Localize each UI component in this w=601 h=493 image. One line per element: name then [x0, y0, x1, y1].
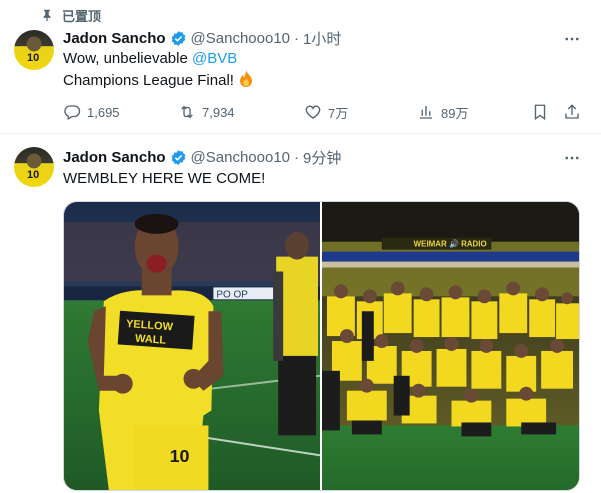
media-photo-team[interactable]: WEIMAR 🔊 RADIO — [322, 202, 579, 490]
media-photo-player[interactable]: PO OP YELLOW WALL 10 — [64, 202, 320, 490]
separator-dot: · — [294, 149, 300, 166]
views-count: 89万 — [441, 105, 469, 121]
verified-badge-icon — [171, 31, 185, 46]
tweet[interactable]: 10 Jadon Sancho @Sanchooo10 · 9分钟 WEMBLE… — [0, 135, 601, 493]
tweet-timestamp[interactable]: 1小时 — [303, 28, 341, 49]
bookmark-button[interactable] — [531, 100, 549, 124]
retweet-button[interactable]: 7,934 — [178, 100, 235, 124]
tweet-media[interactable]: PO OP YELLOW WALL 10 WEIMAR 🔊 RADIO — [63, 201, 580, 491]
pinned-indicator: 已置顶 — [40, 6, 101, 24]
author-name[interactable]: Jadon Sancho — [63, 30, 166, 47]
avatar[interactable]: 10 — [14, 147, 54, 187]
analytics-icon — [420, 106, 432, 119]
verified-badge-icon — [171, 150, 185, 165]
stadium-banner-text: WEIMAR 🔊 RADIO — [414, 239, 487, 249]
tweet-text-line2: Champions League Final! — [63, 72, 239, 89]
mention-link[interactable]: @BVB — [192, 50, 237, 67]
reply-count: 1,695 — [87, 104, 120, 120]
heart-icon — [305, 105, 321, 119]
tweet-timestamp[interactable]: 9分钟 — [303, 147, 341, 168]
separator-dot: · — [294, 30, 300, 47]
like-button[interactable]: 7万 — [304, 100, 348, 124]
avatar-number: 10 — [27, 52, 40, 64]
tweet-text: Wow, unbelievable @BVB Champions League … — [63, 48, 254, 92]
tweet[interactable]: 10 Jadon Sancho @Sanchooo10 · 1小时 Wow, u… — [0, 26, 601, 134]
tweet-header: Jadon Sancho @Sanchooo10 · 9分钟 — [63, 147, 341, 168]
author-handle[interactable]: @Sanchooo10 — [191, 149, 290, 166]
ad-board-text: PO OP — [216, 289, 248, 300]
bookmark-icon — [534, 104, 546, 121]
tweet-text: WEMBLEY HERE WE COME! — [63, 170, 266, 187]
more-options-icon[interactable] — [563, 149, 581, 167]
tweet-header: Jadon Sancho @Sanchooo10 · 1小时 — [63, 28, 341, 49]
reply-button[interactable]: 1,695 — [63, 100, 120, 124]
author-name[interactable]: Jadon Sancho — [63, 149, 166, 166]
avatar[interactable]: 10 — [14, 30, 54, 70]
share-button[interactable] — [563, 100, 581, 124]
reply-icon — [64, 105, 81, 120]
tweet-text-line1: Wow, unbelievable — [63, 50, 192, 67]
retweet-icon — [181, 105, 193, 119]
share-icon — [565, 104, 579, 119]
pin-icon — [43, 9, 51, 22]
views-button[interactable]: 89万 — [417, 100, 468, 124]
author-handle[interactable]: @Sanchooo10 — [191, 30, 290, 47]
retweet-count: 7,934 — [202, 104, 235, 120]
shirt-text-wall: WALL — [135, 333, 167, 347]
like-count: 7万 — [328, 105, 349, 121]
fire-emoji-icon — [240, 70, 253, 87]
more-options-icon[interactable] — [563, 30, 581, 48]
tweet-actions: 1,695 7,934 7万 89万 — [63, 100, 583, 124]
avatar-number: 10 — [27, 169, 40, 181]
pinned-label: 已置顶 — [62, 8, 102, 24]
shorts-number: 10 — [170, 446, 190, 466]
